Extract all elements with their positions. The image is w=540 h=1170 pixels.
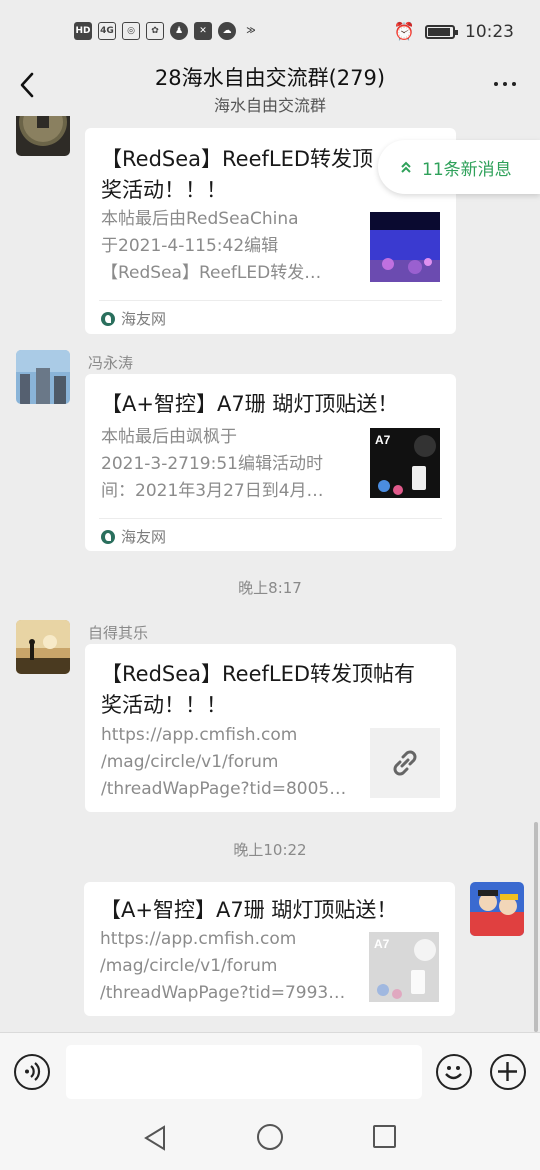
- card-description: https://app.cmfish.com /mag/circle/v1/fo…: [100, 926, 356, 1007]
- emoji-button[interactable]: [436, 1054, 472, 1090]
- more-functions-button[interactable]: [490, 1054, 526, 1090]
- card-desc-line: 本帖最后由飒枫于: [101, 427, 237, 447]
- 4g-signal-icon: 4G: [98, 22, 116, 40]
- card-desc-line: 【RedSea】ReefLED转发…: [101, 263, 322, 283]
- aquarium-thumbnail-image: [370, 212, 440, 282]
- nav-home-button[interactable]: [257, 1124, 283, 1150]
- wings-icon: ≫: [246, 26, 256, 36]
- more-dot-icon: [503, 82, 507, 86]
- new-messages-button[interactable]: 11条新消息: [378, 140, 540, 194]
- card-desc-line: 本帖最后由RedSeaChina: [101, 209, 299, 229]
- card-title-line: 【A+智控】A7珊 瑚灯顶贴送！: [100, 898, 398, 922]
- new-messages-label: 11条新消息: [422, 159, 512, 180]
- message-input[interactable]: [66, 1045, 422, 1099]
- card-source: 海友网: [101, 526, 166, 547]
- thumbnail-label: A7: [374, 937, 390, 951]
- card-desc-line: 间：2021年3月27日到4月…: [101, 481, 324, 501]
- photo-avatar-image: [16, 350, 70, 404]
- system-navigation-bar: [0, 1108, 540, 1170]
- card-description: 本帖最后由RedSeaChina 于2021-4-115:42编辑 【RedSe…: [101, 206, 357, 287]
- status-icons-left: HD 4G ◎ ✿ ♟ ✕ ☁ ≫: [74, 22, 260, 40]
- card-thumbnail: A7: [370, 428, 440, 498]
- card-description: 本帖最后由飒枫于 2021-3-2719:51编辑活动时 间：2021年3月27…: [101, 424, 357, 505]
- card-source-label: 海友网: [121, 528, 167, 546]
- app-icon: ✿: [146, 22, 164, 40]
- card-thumbnail: A7: [369, 932, 439, 1002]
- plus-icon: [498, 1062, 517, 1081]
- more-dot-icon: [512, 82, 516, 86]
- a7-lamp-thumbnail-image: A7: [370, 428, 440, 498]
- battery-icon: [425, 25, 458, 39]
- thumbnail-label: A7: [375, 433, 391, 447]
- card-title-line: 【A+智控】A7珊 瑚灯顶贴送！: [101, 392, 399, 416]
- avatar[interactable]: [16, 620, 70, 674]
- anime-avatar-image: [470, 882, 524, 936]
- card-title: 【RedSea】ReefLED转发顶帖有 奖活动！！！: [101, 659, 440, 721]
- clock: 10:23: [465, 22, 514, 42]
- nav-back-button[interactable]: [142, 1124, 168, 1156]
- sender-name: 冯永涛: [88, 354, 134, 372]
- coin-avatar-image: [16, 116, 70, 156]
- input-bar: [0, 1032, 540, 1108]
- cloud-icon: ☁: [218, 22, 236, 40]
- link-icon: [393, 750, 417, 776]
- card-thumbnail: [370, 212, 440, 282]
- card-desc-line: 于2021-4-115:42编辑: [101, 236, 279, 256]
- sunset-avatar-image: [16, 620, 70, 674]
- card-desc-line: https://app.cmfish.com: [101, 725, 298, 745]
- card-title-line: 奖活动！！！: [101, 693, 227, 717]
- status-icons-right: ⏰ 10:23: [394, 22, 514, 42]
- card-divider: [99, 518, 442, 519]
- card-divider: [99, 300, 442, 301]
- capcut-icon: ✕: [194, 22, 212, 40]
- card-desc-line: https://app.cmfish.com: [100, 929, 297, 949]
- haiyou-logo-icon: [101, 529, 115, 544]
- status-bar: HD 4G ◎ ✿ ♟ ✕ ☁ ≫ ⏰ 10:23: [0, 0, 540, 62]
- haiyou-logo-icon: [101, 311, 115, 326]
- timestamp: 晚上10:22: [233, 841, 307, 859]
- more-options-button[interactable]: [494, 82, 516, 86]
- self-avatar[interactable]: [470, 882, 524, 936]
- triangle-back-icon: [144, 1125, 165, 1151]
- link-card[interactable]: 【RedSea】ReefLED转发顶帖有 奖活动！！！ https://app.…: [85, 644, 456, 812]
- card-thumbnail: [370, 728, 440, 798]
- avatar[interactable]: [16, 116, 70, 156]
- voice-icon: [25, 1062, 41, 1081]
- card-desc-line: /mag/circle/v1/forum: [101, 752, 279, 772]
- hotspot-icon: ◎: [122, 22, 140, 40]
- card-source: 海友网: [101, 308, 166, 329]
- a7-lamp-thumbnail-image: A7: [369, 932, 439, 1002]
- alarm-icon: ⏰: [393, 22, 415, 42]
- scrollbar[interactable]: [534, 822, 538, 1032]
- chat-header: 28海水自由交流群(279) 海水自由交流群: [0, 58, 540, 116]
- avatar[interactable]: [16, 350, 70, 404]
- card-title: 【A+智控】A7珊 瑚灯顶贴送！: [101, 389, 440, 420]
- sender-name: 自得其乐: [88, 624, 149, 642]
- hd-icon: HD: [74, 22, 92, 40]
- card-title: 【A+智控】A7珊 瑚灯顶贴送！: [100, 895, 439, 926]
- chat-message-list[interactable]: 【RedSea】ReefLED转发顶 奖活动！！！ 本帖最后由RedSeaChi…: [0, 116, 540, 1032]
- chat-title: 28海水自由交流群(279): [154, 66, 386, 90]
- voice-input-button[interactable]: [14, 1054, 50, 1090]
- timestamp: 晚上8:17: [238, 579, 302, 597]
- nav-recents-button[interactable]: [373, 1125, 396, 1148]
- card-description: https://app.cmfish.com /mag/circle/v1/fo…: [101, 722, 357, 803]
- link-card[interactable]: 【A+智控】A7珊 瑚灯顶贴送！ 本帖最后由飒枫于 2021-3-2719:51…: [85, 374, 456, 551]
- card-desc-line: /mag/circle/v1/forum: [100, 956, 278, 976]
- card-desc-line: /threadWapPage?tid=8005…: [101, 779, 347, 799]
- card-source-label: 海友网: [121, 310, 167, 328]
- card-desc-line: /threadWapPage?tid=7993…: [100, 983, 346, 1003]
- emoji-icon: [445, 1066, 462, 1080]
- link-card[interactable]: 【A+智控】A7珊 瑚灯顶贴送！ https://app.cmfish.com …: [84, 882, 455, 1016]
- qq-icon: ♟: [170, 22, 188, 40]
- double-chevron-up-icon: [401, 161, 411, 173]
- more-dot-icon: [494, 82, 498, 86]
- chat-subtitle: 海水自由交流群: [213, 96, 326, 115]
- card-desc-line: 2021-3-2719:51编辑活动时: [101, 454, 323, 474]
- card-title-line: 【RedSea】ReefLED转发顶帖有: [101, 662, 416, 686]
